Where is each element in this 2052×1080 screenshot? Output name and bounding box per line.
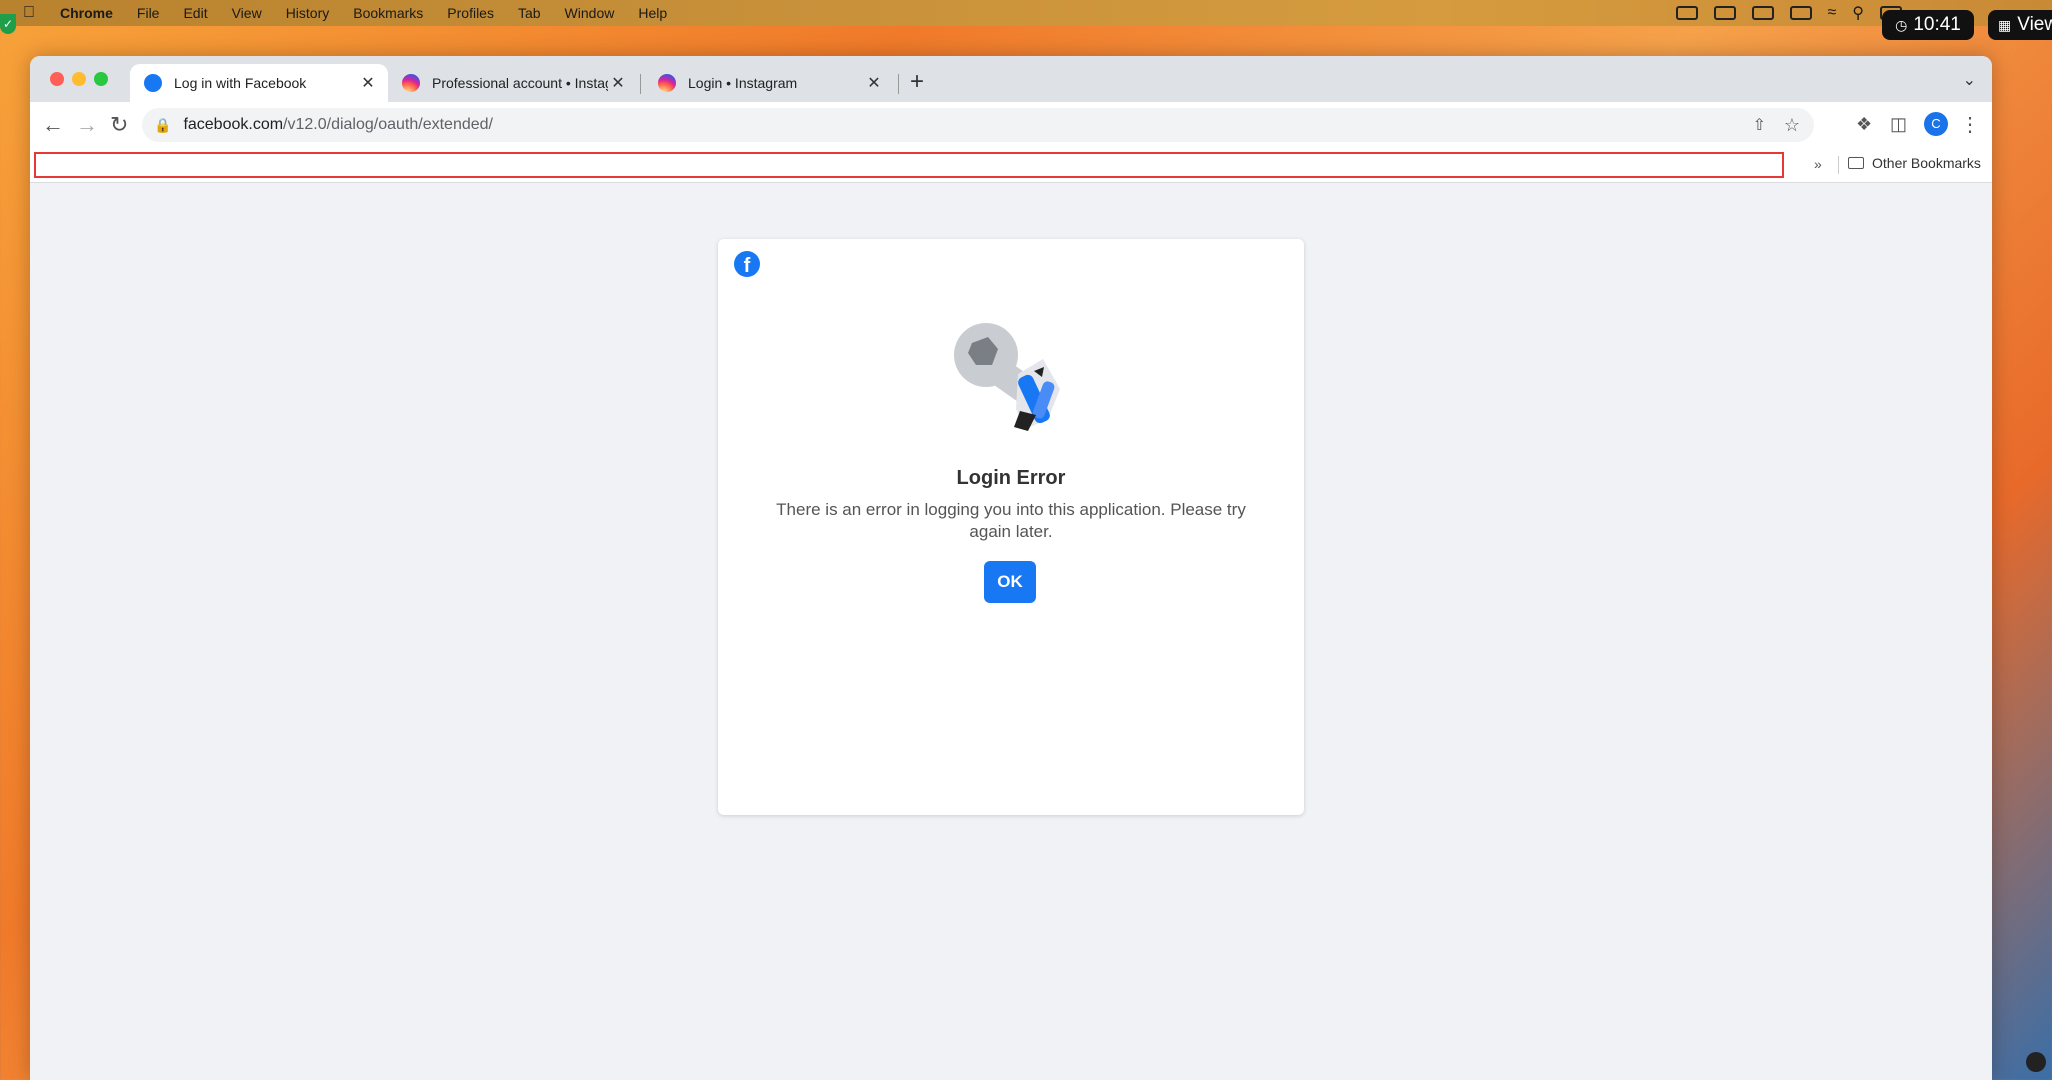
macos-menu-bar:  Chrome File Edit View History Bookmark… [0, 0, 2052, 26]
bookmarks-overflow-icon[interactable]: » [1814, 156, 1822, 172]
bookmark-star-icon[interactable]: ☆ [1784, 115, 1800, 136]
address-bar[interactable]: 🔒 facebook.com /v12.0/dialog/oauth/exten… [142, 108, 1814, 142]
menu-profiles[interactable]: Profiles [447, 5, 494, 21]
bookmarks-bar: » Other Bookmarks [30, 148, 1992, 183]
reload-icon[interactable]: ↻ [110, 112, 128, 138]
lock-icon[interactable]: 🔒 [154, 117, 171, 134]
tab-professional-account-instagram[interactable]: Professional account • Instagram ✕ [388, 64, 638, 102]
tab-label: Login • Instagram [688, 75, 798, 91]
minimize-window-button[interactable] [72, 72, 86, 86]
tab-strip: Log in with Facebook ✕ Professional acco… [30, 56, 1992, 102]
dialog-title: Login Error [956, 467, 1066, 489]
tab-label: Professional account • Instagram [432, 75, 608, 91]
clock-time: 10:41 [1913, 14, 1961, 35]
instagram-icon [402, 74, 420, 92]
other-bookmarks-label: Other Bookmarks [1872, 155, 1981, 171]
more-menu-icon[interactable]: ⋮ [1960, 112, 1980, 137]
battery-icon[interactable] [1789, 6, 1812, 20]
screen-capture-icon[interactable] [2026, 1052, 2046, 1072]
close-window-button[interactable] [50, 72, 64, 86]
new-tab-icon[interactable]: + [910, 68, 924, 96]
clock-icon: ◷ [1895, 16, 1908, 33]
menu-history[interactable]: History [286, 5, 330, 21]
url-path: /v12.0/dialog/oauth/extended/ [283, 116, 493, 133]
menu-app-chrome[interactable]: Chrome [60, 5, 113, 21]
side-panel-icon[interactable]: ◫ [1890, 114, 1907, 135]
tab-search-chevron-icon[interactable]: ⌄ [1963, 70, 1976, 90]
menu-edit[interactable]: Edit [183, 5, 207, 21]
tab-separator [640, 74, 641, 94]
close-tab-icon[interactable]: ✕ [608, 73, 628, 93]
instagram-icon [658, 74, 676, 92]
tab-label: Log in with Facebook [174, 75, 307, 91]
cloud-status-icon[interactable] [1675, 6, 1698, 20]
menu-help[interactable]: Help [638, 5, 667, 21]
wifi-icon[interactable]: ≈ [1828, 4, 1837, 22]
menu-tab[interactable]: Tab [518, 5, 541, 21]
profile-avatar[interactable]: C [1924, 112, 1948, 136]
other-bookmarks-button[interactable]: Other Bookmarks [1848, 155, 1981, 171]
clock-widget[interactable]: ◷ 10:41 [1882, 10, 1974, 40]
extensions-puzzle-icon[interactable]: ❖ [1856, 114, 1872, 135]
facebook-icon [144, 74, 162, 92]
menu-bookmarks[interactable]: Bookmarks [353, 5, 423, 21]
bookmarks-separator [1838, 156, 1839, 174]
forward-arrow-icon[interactable]: → [76, 112, 98, 138]
facebook-logo-icon: f [734, 251, 760, 277]
tab-separator [898, 74, 899, 94]
tab-log-in-with-facebook[interactable]: Log in with Facebook ✕ [130, 64, 388, 102]
ok-button[interactable]: OK [984, 561, 1036, 603]
dialog-message: There is an error in logging you into th… [776, 500, 1246, 541]
login-error-dialog: f Login Error There is an error in loggi… [718, 239, 1304, 815]
folder-icon [1848, 157, 1864, 169]
wrench-robot-illustration-icon [954, 323, 1060, 431]
security-shield-icon: ✓ [0, 14, 16, 34]
tab-login-instagram[interactable]: Login • Instagram ✕ [644, 64, 894, 102]
spotlight-search-icon[interactable]: ⚲ [1852, 3, 1864, 23]
share-icon[interactable]: ⇧ [1753, 115, 1766, 135]
view-pill[interactable]: ▦ View [1988, 10, 2052, 40]
menu-window[interactable]: Window [565, 5, 615, 21]
bookmarks-highlight-box [34, 152, 1784, 178]
apple-icon[interactable]:  [14, 4, 44, 22]
chrome-window: Log in with Facebook ✕ Professional acco… [30, 56, 1992, 1080]
menu-view[interactable]: View [232, 5, 262, 21]
screen-record-icon[interactable] [1713, 6, 1736, 20]
close-tab-icon[interactable]: ✕ [864, 73, 884, 93]
calendar-icon: ▦ [1998, 16, 2012, 33]
view-label: View [2017, 14, 2052, 35]
close-tab-icon[interactable]: ✕ [358, 73, 378, 93]
browser-toolbar: ← → ↻ 🔒 facebook.com /v12.0/dialog/oauth… [30, 102, 1992, 148]
menu-file[interactable]: File [137, 5, 160, 21]
display-icon[interactable] [1751, 6, 1774, 20]
url-host: facebook.com [183, 116, 284, 133]
back-arrow-icon[interactable]: ← [42, 112, 64, 138]
maximize-window-button[interactable] [94, 72, 108, 86]
